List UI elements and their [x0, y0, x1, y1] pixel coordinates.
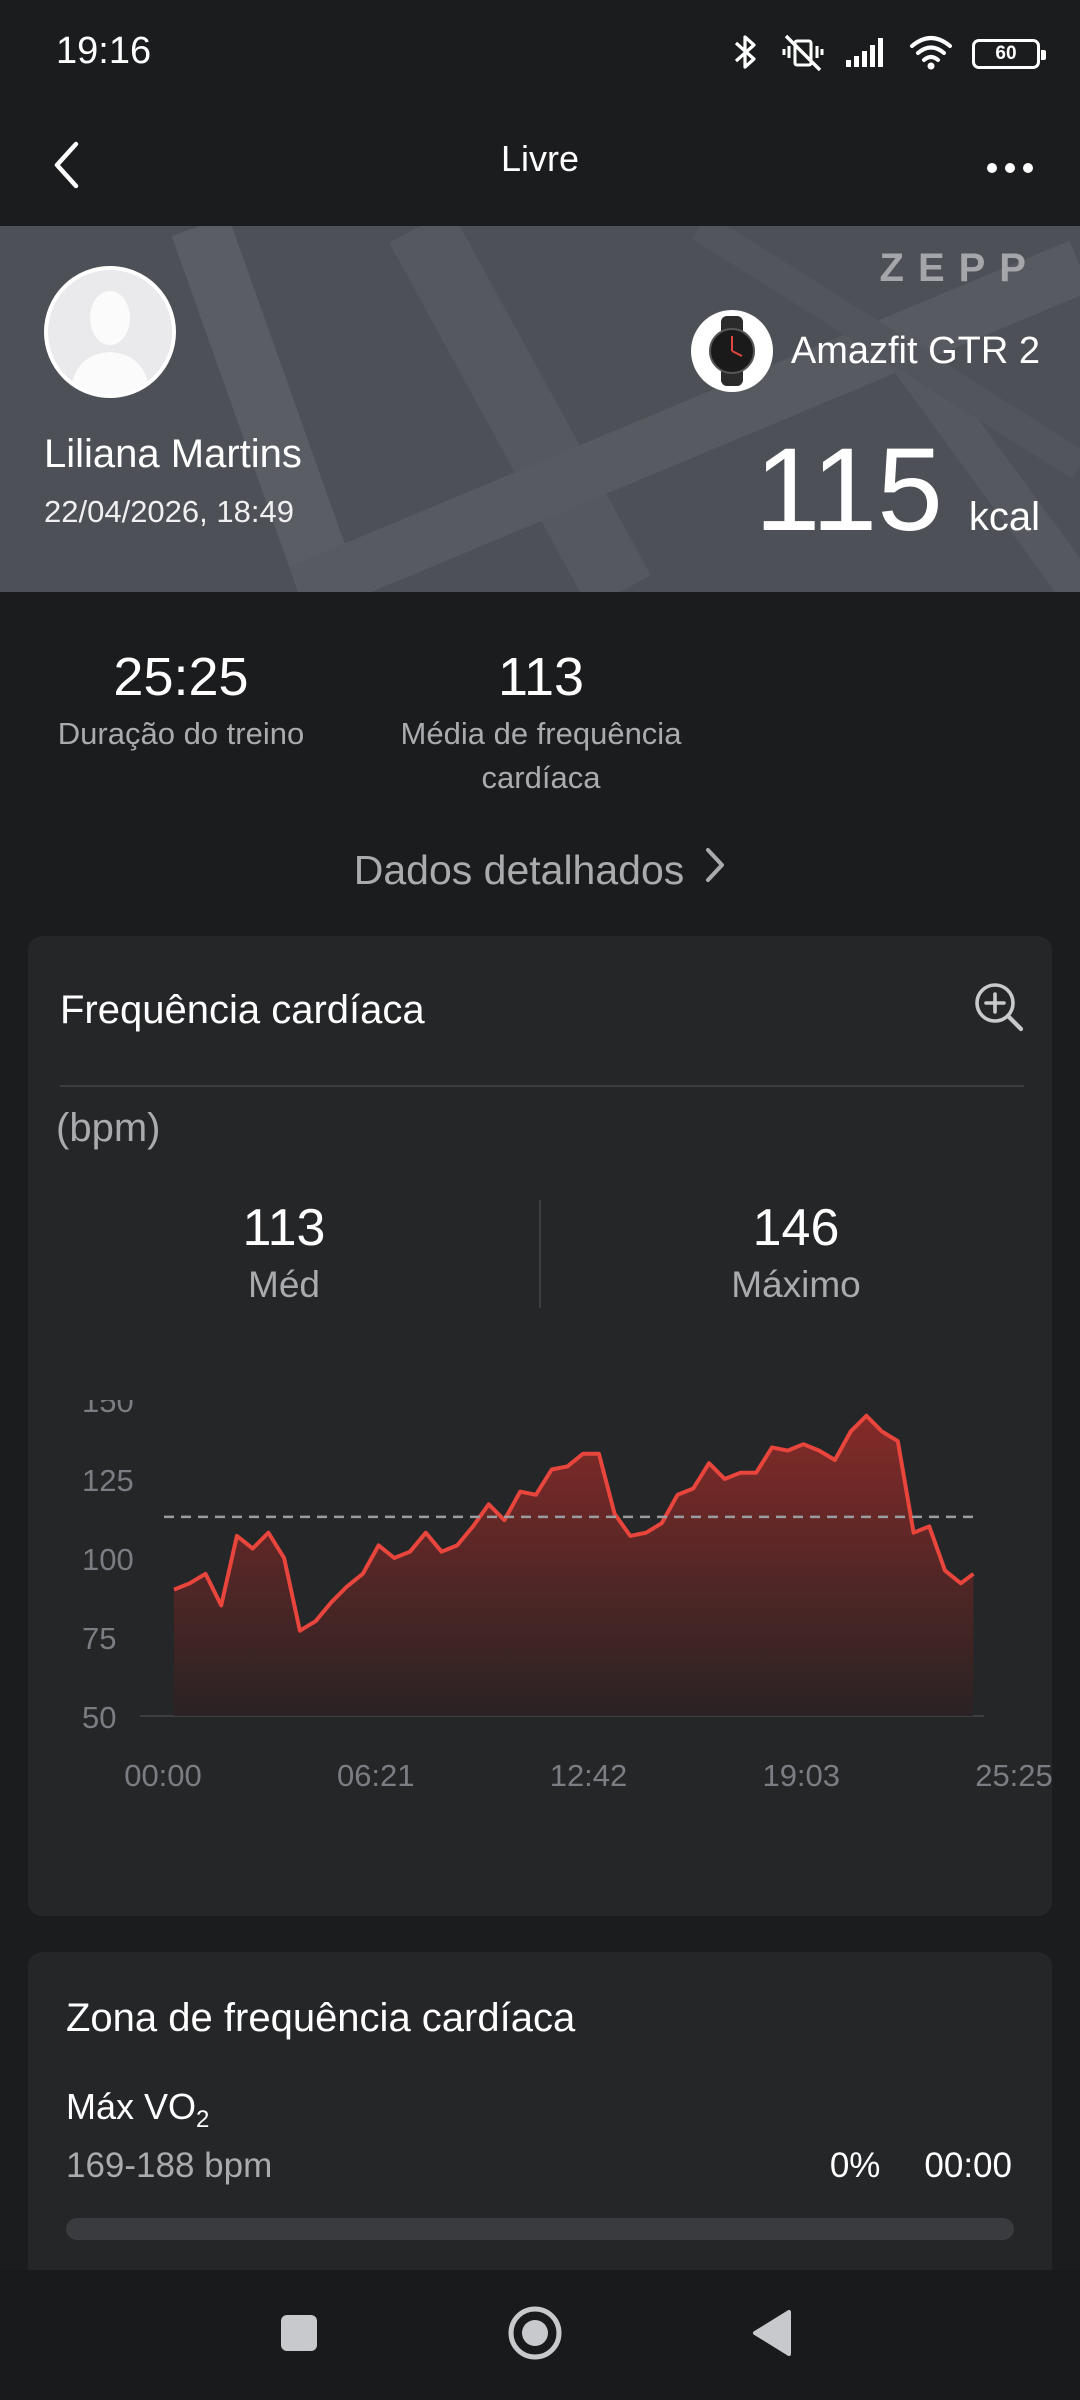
hr-max-value: 146 — [752, 1199, 840, 1257]
calories: 115 kcal — [755, 422, 1040, 558]
zepp-logo: ZEPP — [879, 246, 1040, 290]
user-name: Liliana Martins — [44, 432, 302, 476]
zone-range: 169-188 bpm — [66, 2146, 273, 2185]
app-header: Livre — [0, 110, 1080, 226]
battery-icon: 60 — [972, 39, 1046, 69]
duration-stat: 25:25 Duração do treino — [36, 646, 326, 756]
nav-back-button[interactable] — [706, 2270, 836, 2400]
avg-hr-label-line1: Média de frequência — [400, 716, 682, 751]
nav-recents-icon — [278, 2312, 320, 2359]
heart-rate-zone-card: Zona de frequência cardíaca Máx VO2 169-… — [28, 1952, 1052, 2282]
zone-values: 0% 00:00 — [830, 2146, 1012, 2186]
y-tick-label: 150 — [82, 1400, 134, 1419]
zone-name-text: Máx VO — [66, 2086, 197, 2127]
page-title: Livre — [500, 138, 580, 179]
avg-hr-value: 113 — [497, 647, 585, 707]
y-tick-label: 125 — [82, 1463, 134, 1498]
x-tick-label: 12:42 — [550, 1758, 628, 1793]
x-tick-label: 19:03 — [762, 1758, 840, 1793]
duration-value: 25:25 — [113, 647, 249, 707]
x-tick-label: 25:25 — [975, 1758, 1052, 1793]
hr-max-label: Máximo — [731, 1264, 861, 1305]
duration-label: Duração do treino — [57, 716, 305, 751]
watch-icon — [690, 310, 773, 392]
zone-name-subscript: 2 — [196, 2106, 210, 2134]
bluetooth-icon — [728, 32, 762, 77]
signal-icon — [844, 32, 890, 77]
heart-rate-card: Frequência cardíaca (bpm) 113 Méd 146 Má… — [28, 936, 1052, 1916]
mute-vibrate-icon — [780, 32, 826, 77]
avatar[interactable] — [44, 266, 176, 398]
hr-avg: 113 Méd — [134, 1198, 434, 1306]
device-name: Amazfit GTR 2 — [790, 329, 1040, 372]
battery-level: 60 — [995, 43, 1017, 64]
x-tick-label: 00:00 — [124, 1758, 202, 1793]
calories-value: 115 — [754, 424, 943, 556]
detailed-data-link[interactable]: Dados detalhados — [0, 846, 1080, 894]
more-options-button[interactable] — [970, 140, 1050, 200]
zone-percent: 0% — [829, 2146, 881, 2185]
zone-card-title: Zona de frequência cardíaca — [66, 1996, 576, 2040]
avg-hr-label: Média de frequência cardíaca — [376, 712, 706, 800]
zone-progress-bar — [66, 2218, 1014, 2240]
chevron-right-icon — [704, 846, 726, 894]
avg-hr-label-line2: cardíaca — [481, 760, 601, 795]
nav-home-icon — [506, 2304, 564, 2367]
hr-unit: (bpm) — [56, 1106, 161, 1150]
zoom-in-icon[interactable] — [972, 980, 1026, 1039]
heart-rate-title: Frequência cardíaca — [60, 988, 425, 1032]
calories-unit: kcal — [968, 495, 1040, 539]
y-tick-label: 100 — [82, 1542, 134, 1577]
hr-avg-label: Méd — [248, 1264, 320, 1305]
nav-recents-button[interactable] — [234, 2270, 364, 2400]
workout-date: 22/04/2026, 18:49 — [44, 494, 294, 529]
hr-max: 146 Máximo — [646, 1198, 946, 1306]
heart-rate-chart: 150 125 100 75 5000:00 06:21 12:42 19:03 25:25 — [82, 1400, 1052, 1793]
detailed-data-label: Dados detalhados — [353, 846, 685, 893]
status-time: 19:16 — [56, 30, 152, 72]
status-bar: 19:16 60 — [0, 0, 1080, 110]
wifi-icon — [908, 32, 954, 77]
device-info: Amazfit GTR 2 — [690, 310, 1040, 392]
status-icons: 60 — [728, 30, 1046, 78]
more-icon — [985, 161, 1035, 180]
hr-avg-value: 113 — [242, 1199, 326, 1257]
zone-time: 00:00 — [924, 2146, 1012, 2185]
card-divider — [60, 1085, 1024, 1087]
y-tick-label: 75 — [82, 1621, 116, 1656]
nav-home-button[interactable] — [470, 2270, 600, 2400]
y-tick-label: 50 — [82, 1700, 116, 1735]
system-nav-bar — [0, 2270, 1080, 2400]
avg-hr-stat: 113 Média de frequência cardíaca — [376, 646, 706, 800]
nav-back-icon — [749, 2308, 793, 2363]
hr-stat-divider — [539, 1200, 541, 1308]
zone-name: Máx VO2 — [66, 2086, 209, 2134]
workout-banner: Liliana Martins 22/04/2026, 18:49 ZEPP A… — [0, 226, 1080, 592]
x-tick-label: 06:21 — [337, 1758, 415, 1793]
